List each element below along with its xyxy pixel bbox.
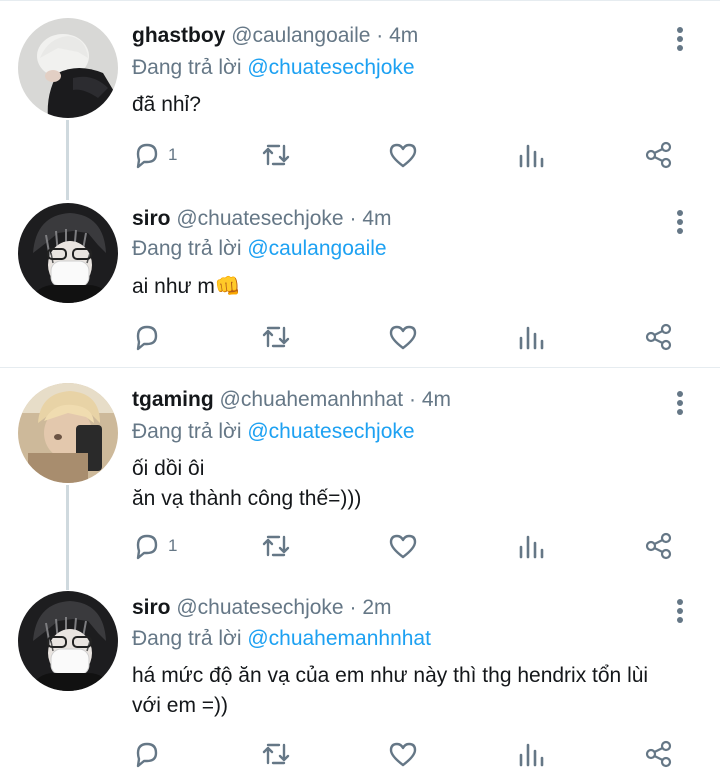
retweet-button[interactable]	[260, 320, 292, 354]
tweet-feed: ghastboy @caulangoaile · 4m Đang trả lời…	[0, 0, 720, 782]
reply-button[interactable]	[132, 320, 168, 354]
tweet-text-line: với em =))	[132, 694, 229, 717]
like-button[interactable]	[388, 138, 418, 172]
tweet-text-line: ối dồi ôi	[132, 457, 205, 480]
reply-button[interactable]	[132, 737, 168, 771]
reply-mention[interactable]: @caulangoaile	[247, 237, 386, 260]
reply-prefix: Đang trả lời	[132, 627, 242, 650]
user-handle[interactable]: @chuatesechjoke	[176, 207, 343, 230]
reply-mention[interactable]: @chuatesechjoke	[247, 56, 414, 79]
retweet-button[interactable]	[260, 529, 292, 563]
separator-dot: ·	[349, 207, 357, 230]
more-icon[interactable]	[670, 24, 690, 54]
tweet[interactable]: siro @chuatesechjoke · 4m Đang trả lời @…	[0, 185, 720, 365]
tweet-text-line: ăn vạ thành công thế=)))	[132, 487, 362, 510]
retweet-icon	[262, 326, 290, 348]
like-button[interactable]	[388, 320, 418, 354]
user-handle[interactable]: @chuahemanhnhat	[220, 388, 404, 411]
retweet-button[interactable]	[260, 138, 292, 172]
timestamp[interactable]: 4m	[389, 24, 418, 47]
reply-icon	[136, 742, 158, 768]
tweet-text-line: há mức độ ăn vạ của em như này thì thg h…	[132, 664, 649, 687]
display-name[interactable]: siro	[132, 596, 171, 619]
separator-dot: ·	[376, 24, 384, 47]
like-icon	[389, 143, 417, 168]
tweet-header: siro @chuatesechjoke · 2m	[132, 596, 392, 620]
reply-context: Đang trả lời @chuatesechjoke	[132, 420, 415, 444]
reply-mention[interactable]: @chuatesechjoke	[247, 420, 414, 443]
tweet-header: ghastboy @caulangoaile · 4m	[132, 24, 418, 48]
share-icon	[645, 740, 672, 768]
timestamp[interactable]: 2m	[362, 596, 391, 619]
reply-context: Đang trả lời @caulangoaile	[132, 237, 387, 261]
display-name[interactable]: ghastboy	[132, 24, 225, 47]
reply-prefix: Đang trả lời	[132, 56, 242, 79]
share-button[interactable]	[644, 529, 674, 563]
avatar[interactable]	[18, 591, 118, 691]
analytics-button[interactable]	[517, 320, 545, 354]
more-icon[interactable]	[670, 207, 690, 237]
tweet-text: há mức độ ăn vạ của em như này thì thg h…	[132, 661, 692, 721]
user-handle[interactable]: @caulangoaile	[231, 24, 370, 47]
reply-button[interactable]: 1	[132, 138, 177, 172]
timestamp[interactable]: 4m	[362, 207, 391, 230]
retweet-icon	[262, 743, 290, 765]
share-button[interactable]	[644, 320, 674, 354]
reply-icon	[136, 325, 158, 351]
share-icon	[645, 323, 672, 351]
retweet-icon	[262, 144, 290, 166]
tweet-text: ai như m👊	[132, 275, 242, 298]
like-icon	[389, 534, 417, 559]
tweet-text: ối dồi ôi ăn vạ thành công thế=)))	[132, 454, 692, 514]
avatar[interactable]	[18, 18, 118, 118]
analytics-icon	[519, 144, 544, 168]
tweet[interactable]: ghastboy @caulangoaile · 4m Đang trả lời…	[0, 0, 720, 185]
reply-prefix: Đang trả lời	[132, 420, 242, 443]
reply-context: Đang trả lời @chuatesechjoke	[132, 56, 415, 80]
display-name[interactable]: tgaming	[132, 388, 214, 411]
timestamp[interactable]: 4m	[422, 388, 451, 411]
separator-dot: ·	[349, 596, 357, 619]
avatar[interactable]	[18, 203, 118, 303]
reply-icon	[136, 534, 158, 560]
analytics-button[interactable]	[517, 529, 545, 563]
reply-prefix: Đang trả lời	[132, 237, 242, 260]
tweet-header: tgaming @chuahemanhnhat · 4m	[132, 388, 451, 412]
analytics-icon	[519, 326, 544, 350]
tweet-actions: 1	[132, 138, 692, 172]
tweet[interactable]: siro @chuatesechjoke · 2m Đang trả lời @…	[0, 578, 720, 782]
retweet-icon	[262, 535, 290, 557]
more-icon[interactable]	[670, 388, 690, 418]
analytics-button[interactable]	[517, 138, 545, 172]
like-button[interactable]	[388, 737, 418, 771]
analytics-icon	[519, 535, 544, 559]
retweet-button[interactable]	[260, 737, 292, 771]
avatar[interactable]	[18, 383, 118, 483]
analytics-icon	[519, 743, 544, 767]
more-icon[interactable]	[670, 596, 690, 626]
reply-count: 1	[168, 536, 178, 555]
tweet-actions	[132, 737, 692, 771]
separator-dot: ·	[408, 388, 416, 411]
share-icon	[645, 141, 672, 169]
tweet-actions	[132, 320, 692, 354]
reply-context: Đang trả lời @chuahemanhnhat	[132, 627, 431, 651]
user-handle[interactable]: @chuatesechjoke	[176, 596, 343, 619]
like-button[interactable]	[388, 529, 418, 563]
analytics-button[interactable]	[517, 737, 545, 771]
tweet[interactable]: tgaming @chuahemanhnhat · 4m Đang trả lờ…	[0, 368, 720, 578]
reply-mention[interactable]: @chuahemanhnhat	[247, 627, 431, 650]
share-icon	[645, 532, 672, 560]
reply-icon	[136, 143, 158, 169]
display-name[interactable]: siro	[132, 207, 171, 230]
share-button[interactable]	[644, 737, 674, 771]
tweet-header: siro @chuatesechjoke · 4m	[132, 207, 392, 231]
like-icon	[389, 325, 417, 350]
reply-button[interactable]: 1	[132, 529, 177, 563]
tweet-actions: 1	[132, 529, 692, 563]
tweet-text: đã nhỉ?	[132, 93, 201, 116]
share-button[interactable]	[644, 138, 674, 172]
reply-count: 1	[168, 145, 178, 164]
like-icon	[389, 742, 417, 767]
